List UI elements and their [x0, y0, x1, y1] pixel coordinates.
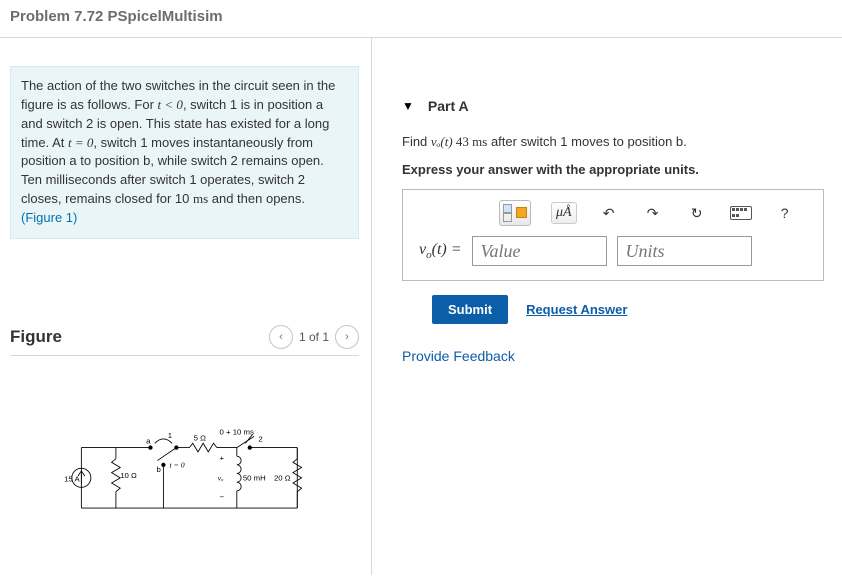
undo-button[interactable]: ↶: [597, 201, 621, 225]
svg-text:+: +: [219, 453, 224, 462]
question-text: Find vₒ(t) 43 ms after switch 1 moves to…: [402, 134, 824, 150]
circuit-diagram: 15 A 10 Ω a 1 b t = 0 5 Ω 0 + 10 ms 2 + …: [45, 426, 325, 521]
help-button[interactable]: ?: [773, 201, 797, 225]
desc-cond2: t = 0: [68, 135, 93, 150]
svg-text:−: −: [219, 492, 224, 501]
svg-text:10 Ω: 10 Ω: [120, 471, 137, 480]
right-column: ▼ Part A Find vₒ(t) 43 ms after switch 1…: [372, 38, 842, 575]
svg-text:15 A: 15 A: [64, 474, 80, 483]
desc-text: and then opens.: [208, 191, 305, 206]
figure-prev-button[interactable]: ‹: [269, 325, 293, 349]
svg-text:b: b: [156, 465, 160, 474]
redo-button[interactable]: ↷: [641, 201, 665, 225]
figure-heading: Figure: [10, 327, 62, 347]
answer-variable-label: vo(t) =: [419, 241, 462, 261]
svg-text:5 Ω: 5 Ω: [193, 433, 205, 442]
figure-area: 15 A 10 Ω a 1 b t = 0 5 Ω 0 + 10 ms 2 + …: [10, 356, 359, 521]
request-answer-link[interactable]: Request Answer: [526, 302, 627, 317]
template-button[interactable]: [499, 200, 531, 226]
reset-button[interactable]: ↻: [685, 201, 709, 225]
svg-text:vₒ: vₒ: [217, 473, 223, 482]
svg-text:a: a: [146, 436, 151, 445]
value-input[interactable]: [472, 236, 607, 266]
problem-title: Problem 7.72 PSpicelMultisim: [10, 8, 832, 25]
part-a-header[interactable]: ▼ Part A: [402, 98, 824, 114]
figure-counter: 1 of 1: [299, 330, 329, 344]
provide-feedback-link[interactable]: Provide Feedback: [402, 348, 824, 364]
desc-ms: ms: [193, 191, 208, 206]
answer-panel: μÅ ↶ ↷ ↻ ? vo(t) =: [402, 189, 824, 281]
answer-toolbar: μÅ ↶ ↷ ↻ ?: [409, 196, 817, 236]
instruction-text: Express your answer with the appropriate…: [402, 162, 824, 177]
left-column: The action of the two switches in the ci…: [0, 38, 372, 575]
svg-text:1: 1: [167, 431, 171, 440]
figure-next-button[interactable]: ›: [335, 325, 359, 349]
figure-nav: ‹ 1 of 1 ›: [269, 325, 359, 349]
part-a-label: Part A: [428, 98, 469, 114]
svg-text:20 Ω: 20 Ω: [273, 473, 290, 482]
svg-text:t = 0: t = 0: [169, 460, 184, 469]
keyboard-button[interactable]: [729, 201, 753, 225]
collapse-caret-icon: ▼: [402, 99, 414, 113]
keyboard-icon: [730, 206, 752, 220]
svg-text:0 + 10 ms: 0 + 10 ms: [219, 427, 253, 436]
submit-button[interactable]: Submit: [432, 295, 508, 324]
svg-text:50 mH: 50 mH: [242, 473, 265, 482]
units-mu-button[interactable]: μÅ: [551, 202, 577, 224]
desc-cond1: t < 0: [158, 97, 183, 112]
figure-heading-row: Figure ‹ 1 of 1 ›: [10, 325, 359, 356]
units-input[interactable]: [617, 236, 752, 266]
svg-text:2: 2: [258, 434, 262, 443]
problem-header: Problem 7.72 PSpicelMultisim: [0, 0, 842, 38]
figure-1-link[interactable]: (Figure 1): [21, 210, 77, 225]
description-box: The action of the two switches in the ci…: [10, 66, 359, 239]
